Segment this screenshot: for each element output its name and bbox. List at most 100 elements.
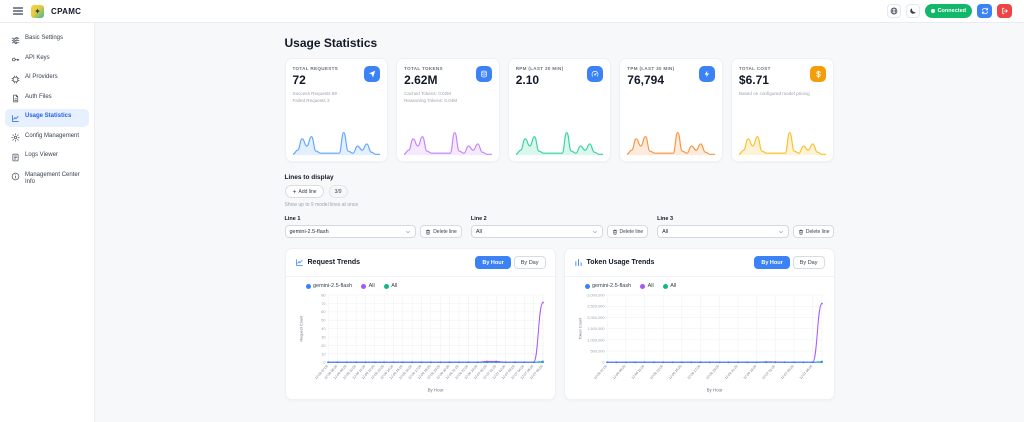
svg-text:40: 40	[321, 326, 326, 331]
moon-icon	[909, 7, 917, 15]
chart-plot-token-usage-trends: 0500,0001,000,0001,500,0002,000,0002,500…	[575, 290, 828, 395]
stat-card-sparkline	[739, 130, 827, 156]
sidebar-item-ai-providers[interactable]: AI Providers	[5, 70, 89, 88]
sidebar-item-auth-files[interactable]: Auth Files	[5, 90, 89, 108]
add-line-button[interactable]: Add line	[285, 185, 324, 198]
stat-card-subtext: Cached Tokens: 0.02M	[404, 90, 492, 97]
sidebar-item-api-keys[interactable]: API Keys	[5, 51, 89, 69]
legend-dot-icon	[640, 284, 645, 289]
svg-text:3,000,000: 3,000,000	[587, 292, 605, 297]
svg-text:10: 10	[321, 351, 326, 356]
line-select-label: Line 3	[657, 216, 834, 222]
svg-text:12-06 09:00: 12-06 09:00	[611, 364, 626, 380]
toggle-by-hour-button[interactable]: By Hour	[475, 256, 510, 269]
sidebar-item-label: AI Providers	[25, 74, 58, 82]
gauge-icon	[587, 66, 603, 82]
stat-card-total-tokens: TOTAL TOKENS2.62MCached Tokens: 0.02MRea…	[396, 58, 500, 162]
menu-icon[interactable]	[12, 5, 24, 17]
delete-line-3-button[interactable]: Delete line	[793, 225, 835, 238]
legend-dot-icon	[306, 284, 311, 289]
chart-legend: gemini-2.5-flash All All	[575, 283, 828, 289]
theme-toggle-button[interactable]	[906, 4, 920, 18]
line-1-model-select[interactable]: gemini-2.5-flash	[285, 225, 417, 238]
svg-text:1,500,000: 1,500,000	[587, 326, 605, 331]
svg-text:60: 60	[321, 309, 326, 314]
legend-item-all[interactable]: All	[384, 283, 398, 289]
legend-item-gemini-2-5-flash[interactable]: gemini-2.5-flash	[585, 283, 632, 289]
lines-to-display-panel: Lines to display Add line 3/9 Show up to…	[285, 174, 835, 238]
sidebar-item-basic-settings[interactable]: Basic Settings	[5, 31, 89, 49]
legend-item-all[interactable]: All	[663, 283, 677, 289]
sidebar-item-usage-statistics[interactable]: Usage Statistics	[5, 109, 89, 127]
language-globe-button[interactable]	[887, 4, 901, 18]
trash-icon	[798, 229, 804, 235]
svg-text:2,500,000: 2,500,000	[587, 304, 605, 309]
legend-label: gemini-2.5-flash	[313, 283, 352, 289]
svg-text:70: 70	[321, 301, 326, 306]
line-select-label: Line 2	[471, 216, 648, 222]
stat-card-subtext: Based on configured model pricing	[739, 90, 827, 97]
legend-dot-icon	[384, 284, 389, 289]
toggle-by-day-button[interactable]: By Day	[514, 256, 546, 269]
sidebar-item-label: Config Management	[25, 133, 79, 141]
top-bar: ✦ CPAMC Connected	[0, 0, 1024, 23]
toggle-by-hour-button[interactable]: By Hour	[754, 256, 789, 269]
chart-line-icon	[11, 114, 20, 123]
lines-count-badge: 3/9	[329, 185, 348, 198]
sidebar: Basic Settings API Keys AI Providers Auth F…	[0, 23, 95, 422]
plus-icon	[292, 189, 297, 194]
svg-text:80: 80	[321, 292, 326, 297]
app-shell: Basic Settings API Keys AI Providers Auth F…	[0, 23, 1024, 422]
status-dot-icon	[931, 9, 935, 13]
svg-text:500,000: 500,000	[590, 348, 605, 353]
delete-line-1-button[interactable]: Delete line	[420, 225, 462, 238]
refresh-button[interactable]	[977, 4, 992, 18]
svg-text:12-07 03:00: 12-07 03:00	[779, 364, 794, 380]
legend-label: All	[369, 283, 375, 289]
sliders-icon	[11, 36, 20, 45]
chip-icon	[11, 75, 20, 84]
legend-item-all[interactable]: All	[640, 283, 654, 289]
stat-card-sparkline	[627, 130, 715, 156]
toggle-by-day-button[interactable]: By Day	[793, 256, 825, 269]
connected-status-button[interactable]: Connected	[925, 4, 972, 18]
legend-item-all[interactable]: All	[361, 283, 375, 289]
sidebar-item-label: API Keys	[25, 55, 50, 63]
svg-text:By Hour: By Hour	[427, 387, 443, 392]
stat-card-tpm-last-30-min: TPM (LAST 30 MIN)76,794	[619, 58, 723, 162]
svg-text:2,000,000: 2,000,000	[587, 315, 605, 320]
stat-card-rpm-last-30-min: RPM (LAST 30 MIN)2.10	[508, 58, 612, 162]
line-select-label: Line 1	[285, 216, 462, 222]
refresh-icon	[981, 7, 989, 15]
line-3-model-select[interactable]: All	[657, 225, 789, 238]
svg-text:12-06 21:00: 12-06 21:00	[723, 364, 738, 380]
line-2-model-select[interactable]: All	[471, 225, 603, 238]
bar-chart-icon	[574, 258, 583, 267]
stat-card-subtext: Reasoning Tokens: 0.04M	[404, 97, 492, 104]
stat-cards-row: TOTAL REQUESTS72Success Requests 69 ·Fai…	[285, 58, 835, 162]
svg-text:12-06 13:00: 12-06 13:00	[649, 364, 664, 380]
trash-icon	[612, 229, 618, 235]
sidebar-item-config-management[interactable]: Config Management	[5, 129, 89, 147]
chevron-down-icon	[592, 229, 598, 235]
main-area: Usage Statistics TOTAL REQUESTS72Success…	[95, 23, 1024, 422]
send-icon	[364, 66, 380, 82]
delete-line-2-button[interactable]: Delete line	[607, 225, 649, 238]
sidebar-item-label: Usage Statistics	[25, 113, 71, 121]
lines-panel-hint: Show up to 9 model lines at once	[285, 202, 835, 208]
stat-card-sparkline	[404, 130, 492, 156]
logout-button[interactable]	[997, 4, 1012, 18]
sidebar-item-logs-viewer[interactable]: Logs Viewer	[5, 148, 89, 166]
legend-label: All	[391, 283, 397, 289]
svg-text:12-06 23:00: 12-06 23:00	[742, 364, 757, 380]
file-icon	[11, 94, 20, 103]
svg-text:Request Count: Request Count	[298, 315, 303, 342]
legend-label: gemini-2.5-flash	[592, 283, 631, 289]
legend-dot-icon	[585, 284, 590, 289]
content: Usage Statistics TOTAL REQUESTS72Success…	[285, 36, 835, 400]
legend-item-gemini-2-5-flash[interactable]: gemini-2.5-flash	[306, 283, 353, 289]
delete-line-label: Delete line	[806, 229, 830, 235]
sidebar-item-management-center-info[interactable]: Management Center Info	[5, 168, 89, 191]
trash-icon	[425, 229, 431, 235]
header-actions: Connected	[887, 4, 1012, 18]
